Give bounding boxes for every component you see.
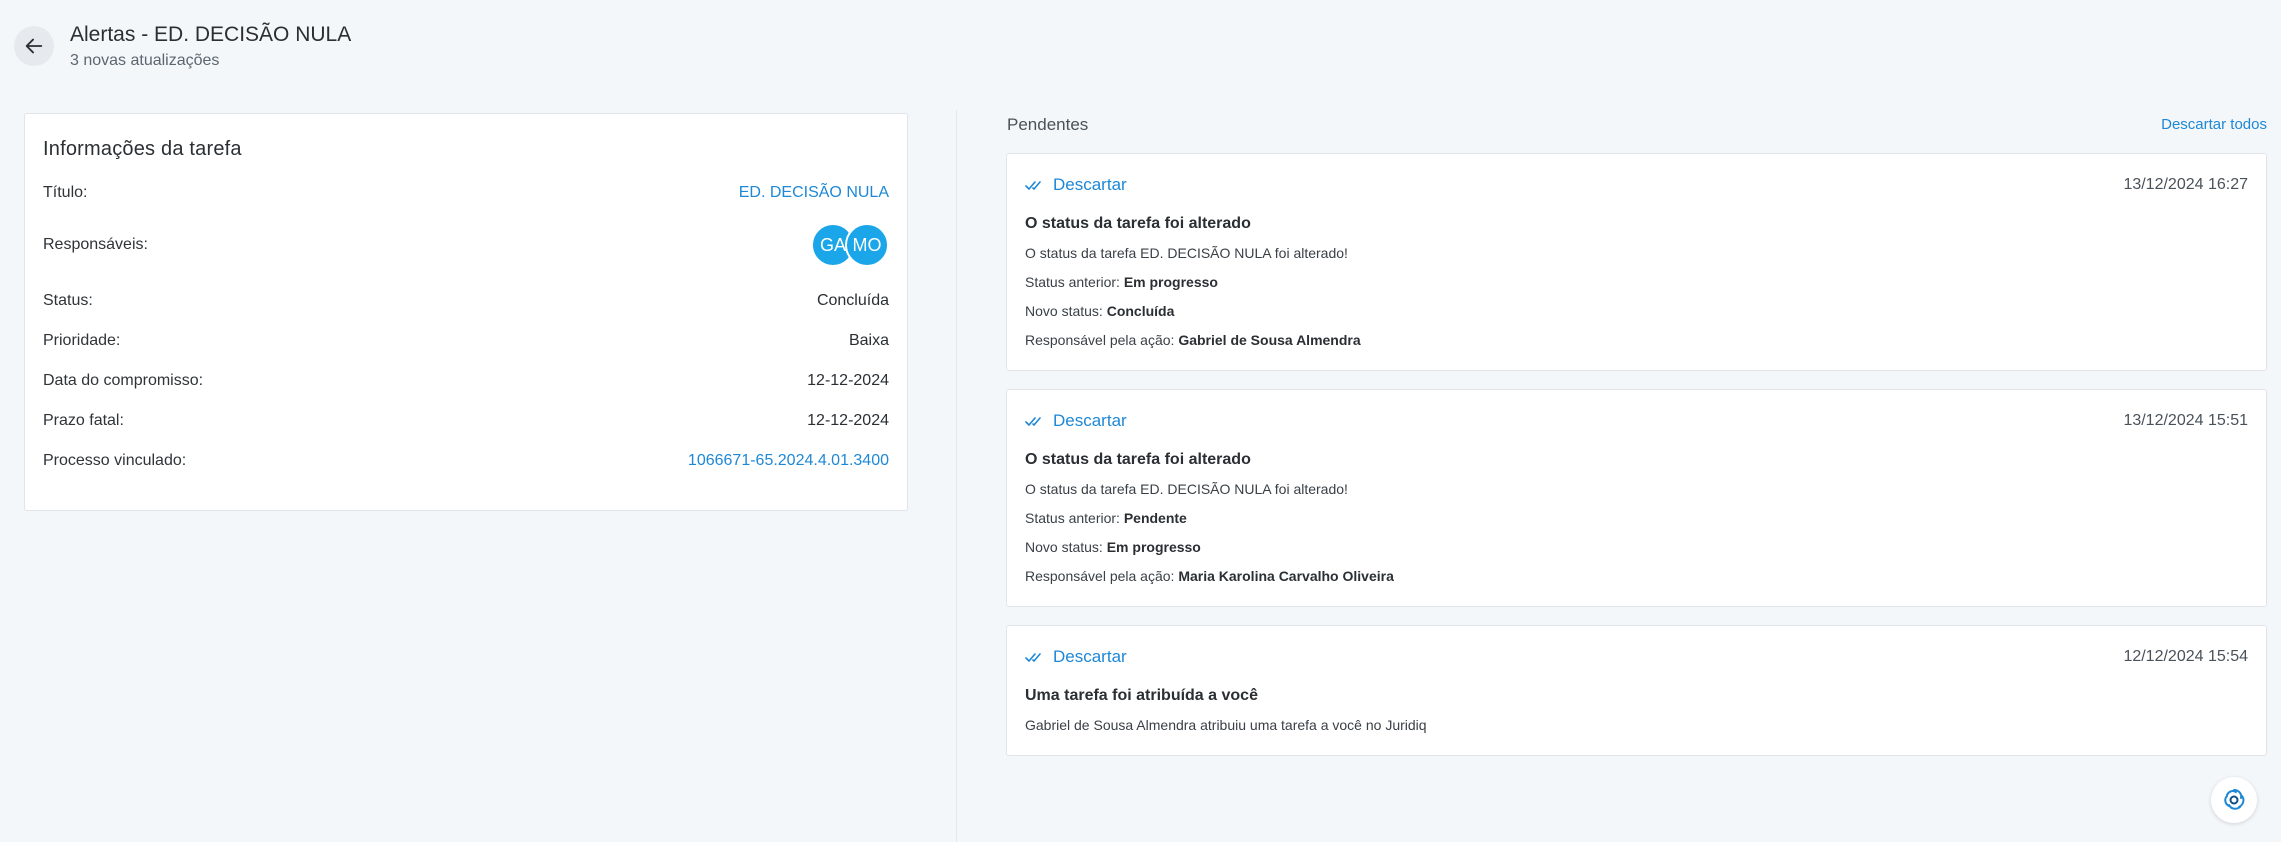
back-button[interactable]: [14, 26, 54, 66]
alert-date: 13/12/2024 16:27: [2123, 176, 2248, 193]
alert-responsible: Responsável pela ação: Maria Karolina Ca…: [1025, 566, 2248, 586]
previous-status-value: Pendente: [1123, 510, 1187, 526]
responsible-value: Gabriel de Sousa Almendra: [1178, 332, 1361, 348]
alert-message: Gabriel de Sousa Almendra atribuiu uma t…: [1025, 717, 1427, 733]
alert-date: 13/12/2024 15:51: [2123, 412, 2248, 429]
arrow-left-icon: [25, 38, 43, 54]
alert-title: O status da tarefa foi alterado: [1025, 451, 1251, 468]
alert-title: O status da tarefa foi alterado: [1025, 215, 1251, 232]
double-check-icon: [1025, 181, 1041, 190]
status-value: Concluída: [816, 292, 889, 309]
dismiss-button[interactable]: Descartar: [1025, 411, 1127, 431]
responsible-value: Maria Karolina Carvalho Oliveira: [1178, 568, 1394, 584]
info-label-title: Título:: [43, 184, 88, 201]
alert-responsible: Responsável pela ação: Gabriel de Sousa …: [1025, 330, 2248, 350]
page-title: Alertas - ED. DECISÃO NULA: [70, 23, 352, 46]
alert-previous-status: Status anterior: Em progresso: [1025, 272, 2248, 292]
alert-message: O status da tarefa ED. DECISÃO NULA foi …: [1025, 245, 1348, 261]
avatar-group: GA MO: [811, 223, 889, 267]
info-row-responsibles: Responsáveis: GA MO: [43, 209, 889, 281]
previous-status-label: Status anterior:: [1025, 274, 1120, 290]
dismiss-button[interactable]: Descartar: [1025, 647, 1127, 667]
info-label-responsibles: Responsáveis:: [43, 236, 148, 253]
dismiss-label: Descartar: [1053, 647, 1127, 666]
alert-message: O status da tarefa ED. DECISÃO NULA foi …: [1025, 481, 1348, 497]
new-status-value: Concluída: [1106, 303, 1175, 319]
info-row-linked-process: Processo vinculado: 1066671-65.2024.4.01…: [43, 441, 889, 481]
info-label-linked-process: Processo vinculado:: [43, 452, 187, 469]
alert-new-status: Novo status: Concluída: [1025, 301, 2248, 321]
dismiss-button[interactable]: Descartar: [1025, 175, 1127, 195]
alert-card: Descartar 13/12/2024 16:27 O status da t…: [1006, 153, 2267, 371]
new-status-label: Novo status:: [1025, 539, 1103, 555]
new-status-label: Novo status:: [1025, 303, 1103, 319]
task-info-heading: Informações da tarefa: [43, 138, 242, 160]
page-subtitle: 3 novas atualizações: [70, 52, 220, 69]
new-status-value: Em progresso: [1106, 539, 1201, 555]
alert-card: Descartar 12/12/2024 15:54 Uma tarefa fo…: [1006, 625, 2267, 756]
info-row-deadline: Prazo fatal: 12-12-2024: [43, 401, 889, 441]
dismiss-label: Descartar: [1053, 411, 1127, 430]
info-label-commitment-date: Data do compromisso:: [43, 372, 204, 389]
previous-status-label: Status anterior:: [1025, 510, 1120, 526]
priority-value: Baixa: [848, 332, 889, 349]
info-row-status: Status: Concluída: [43, 281, 889, 321]
alert-new-status: Novo status: Em progresso: [1025, 537, 2248, 557]
dismiss-label: Descartar: [1053, 175, 1127, 194]
info-row-commitment-date: Data do compromisso: 12-12-2024: [43, 361, 889, 401]
assistant-swirl-icon: [2224, 789, 2245, 810]
responsible-label: Responsável pela ação:: [1025, 568, 1175, 584]
commitment-date-value: 12-12-2024: [807, 372, 889, 389]
task-title-link[interactable]: ED. DECISÃO NULA: [739, 184, 889, 202]
info-row-priority: Prioridade: Baixa: [43, 321, 889, 361]
pending-label: Pendentes: [1007, 115, 1089, 134]
info-label-deadline: Prazo fatal:: [43, 412, 124, 429]
assistant-button[interactable]: [2211, 777, 2257, 823]
double-check-icon: [1025, 417, 1041, 426]
responsible-label: Responsável pela ação:: [1025, 332, 1175, 348]
deadline-value: 12-12-2024: [807, 412, 889, 429]
avatar[interactable]: MO: [845, 223, 889, 267]
task-info-card: Informações da tarefa Título: ED. DECISÃ…: [24, 113, 908, 511]
info-row-title: Título: ED. DECISÃO NULA: [43, 177, 889, 209]
alert-title: Uma tarefa foi atribuída a você: [1025, 687, 1258, 704]
info-label-priority: Prioridade:: [43, 332, 121, 349]
alert-date: 12/12/2024 15:54: [2123, 648, 2248, 665]
alert-previous-status: Status anterior: Pendente: [1025, 508, 2248, 528]
double-check-icon: [1025, 653, 1041, 662]
column-divider: [956, 110, 957, 842]
info-label-status: Status:: [43, 292, 93, 309]
page-header: Alertas - ED. DECISÃO NULA 3 novas atual…: [14, 22, 351, 72]
previous-status-value: Em progresso: [1123, 274, 1218, 290]
alert-card: Descartar 13/12/2024 15:51 O status da t…: [1006, 389, 2267, 607]
linked-process-link[interactable]: 1066671-65.2024.4.01.3400: [688, 452, 889, 470]
dismiss-all-button[interactable]: Descartar todos: [2161, 116, 2267, 133]
